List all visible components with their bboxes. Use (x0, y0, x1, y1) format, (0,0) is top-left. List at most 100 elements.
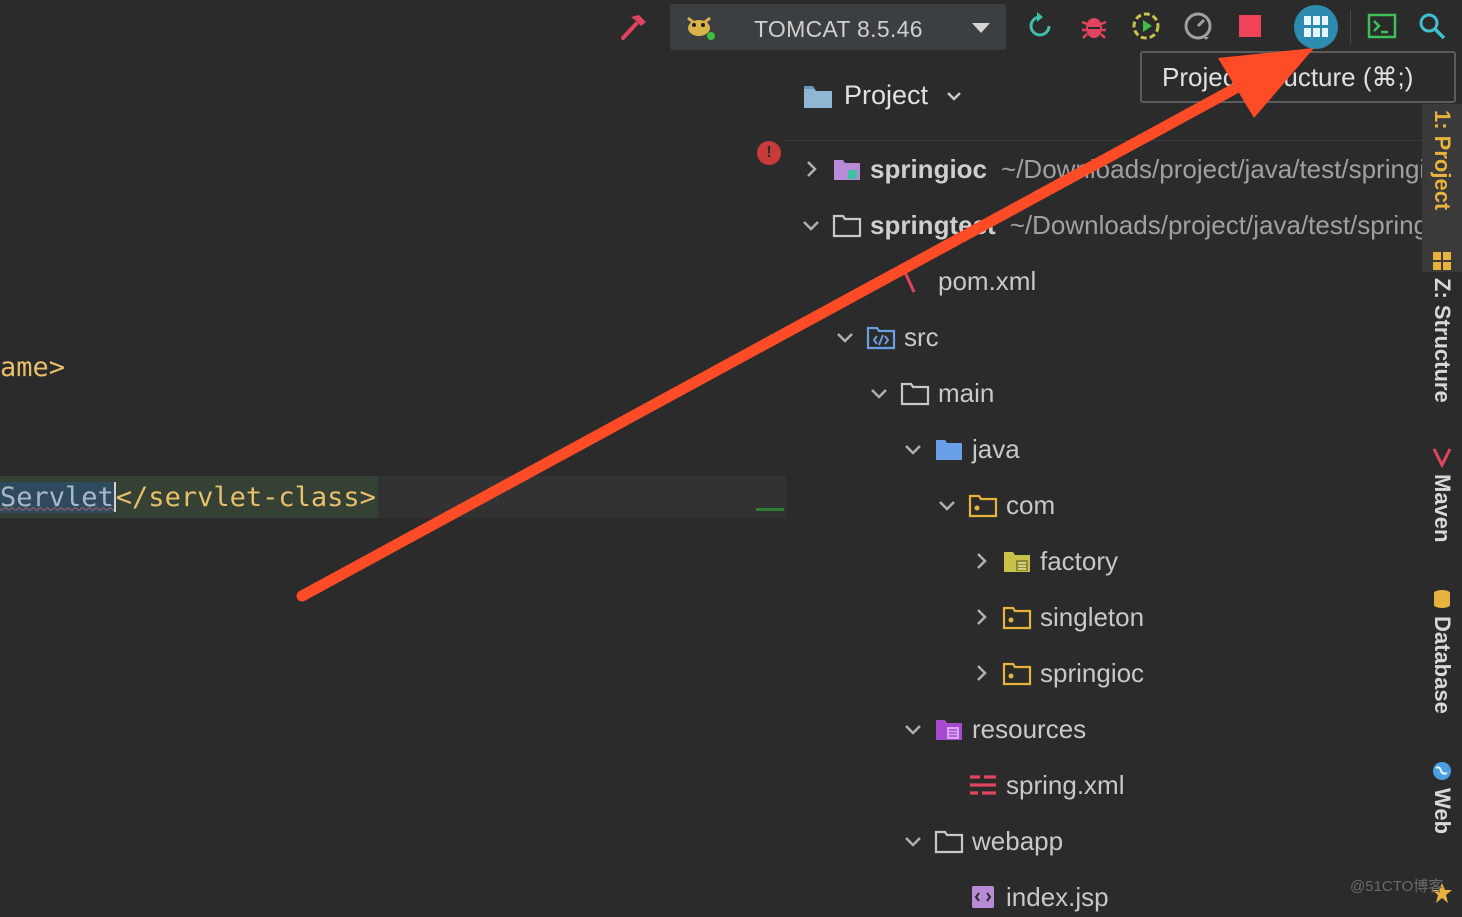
source-folder-icon (866, 324, 896, 350)
tree-item-src[interactable]: src (832, 317, 939, 357)
code-line-1: ame> (0, 352, 66, 383)
chevron-right-icon[interactable] (968, 660, 994, 686)
tree-item-webapp[interactable]: webapp (900, 821, 1063, 861)
code-line-2: Servlet </servlet-class> (0, 476, 378, 518)
tree-item-label: main (938, 377, 995, 408)
tree-item-label: singleton (1040, 601, 1145, 632)
chevron-down-icon[interactable] (832, 324, 858, 350)
chevron-down-icon[interactable] (900, 436, 926, 462)
side-tab-label: Z: Structure (1430, 278, 1455, 403)
side-tab-project[interactable]: 1: Project (1422, 104, 1462, 272)
project-panel-title: Project (844, 80, 929, 110)
tree-item-resources[interactable]: resources (900, 709, 1086, 749)
tree-item-pom-xml[interactable]: pom.xml (866, 261, 1036, 301)
side-tab-label: Web (1430, 788, 1455, 835)
side-tab-database[interactable]: Database (1422, 588, 1462, 714)
stop-icon[interactable] (1232, 8, 1268, 44)
chevron-down-icon[interactable] (900, 828, 926, 854)
tree-item-label: java (972, 433, 1020, 464)
tree-item-label: com (1006, 489, 1056, 520)
side-tab-maven[interactable]: Maven (1422, 446, 1462, 542)
tomcat-icon (684, 12, 718, 47)
tree-item-label: webapp (972, 825, 1064, 856)
tree-item-springioc[interactable]: springioc ~/Downloads/project/java/test/s… (798, 149, 1453, 189)
tree-item-label: springtest (870, 209, 996, 240)
chevron-down-icon[interactable] (970, 18, 992, 41)
tree-item-path: ~/Downloads/project/java/test/springioc (1001, 153, 1453, 184)
spring-xml-icon (968, 772, 998, 798)
closing-tag: </servlet-class> (115, 481, 376, 513)
project-structure-tooltip: Project Structure (⌘;) (1140, 51, 1456, 103)
chevron-right-icon[interactable] (968, 604, 994, 630)
package-folder-icon (1002, 660, 1032, 686)
structure-icon (1433, 252, 1451, 270)
run-configuration-selector[interactable]: TOMCAT 8.5.46 (670, 4, 1006, 50)
module-folder-icon (832, 156, 862, 182)
tree-item-label: index.jsp (1006, 881, 1109, 912)
build-hammer-icon[interactable] (616, 8, 652, 44)
chevron-right-icon[interactable] (798, 156, 824, 182)
jsp-file-icon (968, 884, 998, 910)
chevron-down-icon[interactable] (900, 716, 926, 742)
side-tab-label: Maven (1430, 474, 1455, 543)
chevron-right-icon[interactable] (968, 548, 994, 574)
blue-folder-icon (934, 436, 964, 462)
tree-item-label: pom.xml (938, 265, 1037, 296)
tree-item-path: ~/Downloads/project/java/test/springtest (1009, 209, 1462, 240)
tree-item-java[interactable]: java (900, 429, 1020, 469)
folder-icon (900, 380, 930, 406)
chevron-down-icon (947, 91, 961, 101)
chevron-down-icon[interactable] (934, 492, 960, 518)
debug-icon[interactable] (1076, 8, 1112, 44)
tree-item-label: src (904, 321, 939, 352)
maven-file-icon (900, 268, 930, 294)
folder-icon (832, 212, 862, 238)
tree-item-springtest[interactable]: springtest ~/Downloads/project/java/test/… (798, 205, 1462, 245)
toolbar-separator (1350, 10, 1351, 44)
search-icon[interactable] (1414, 8, 1450, 44)
tree-item-index-jsp[interactable]: index.jsp (934, 877, 1109, 917)
tree-item-factory[interactable]: factory (968, 541, 1118, 581)
project-structure-icon (1304, 16, 1328, 37)
terminal-icon[interactable] (1364, 8, 1400, 44)
tree-item-label: resources (972, 713, 1087, 744)
change-marker (756, 508, 784, 511)
watermark: @51CTO博客 (1350, 878, 1444, 895)
side-tab-web[interactable]: Web (1422, 760, 1462, 834)
web-icon (1433, 762, 1451, 780)
update-icon[interactable] (1022, 8, 1058, 44)
project-tool-window: Project springioc ~/Downloads/project/jav… (786, 56, 1462, 912)
resources-folder-icon (934, 716, 964, 742)
code-editor[interactable]: ame> Servlet </servlet-class> ! (0, 0, 786, 904)
project-structure-button[interactable] (1294, 5, 1338, 49)
error-indicator-icon[interactable]: ! (757, 141, 781, 165)
right-tool-strip: 1: Project Z: Structure Maven Database W… (1422, 56, 1462, 904)
maven-icon (1432, 448, 1452, 468)
tree-item-springioc[interactable]: springioc (968, 653, 1144, 693)
tree-item-com[interactable]: com (934, 485, 1055, 525)
tree-item-main[interactable]: main (866, 373, 994, 413)
tree-item-label: factory (1040, 545, 1119, 576)
project-view-selector[interactable]: Project (802, 80, 964, 111)
tree-item-spring-xml[interactable]: spring.xml (934, 765, 1124, 805)
profile-icon[interactable] (1180, 8, 1216, 44)
tree-item-label: springioc (1040, 657, 1145, 688)
tree-item-label: springioc (870, 153, 988, 184)
package-folder-icon (968, 492, 998, 518)
run-coverage-icon[interactable] (1128, 8, 1164, 44)
chevron-down-icon[interactable] (866, 380, 892, 406)
side-tab-structure[interactable]: Z: Structure (1422, 250, 1462, 403)
package-folder-icon (1002, 604, 1032, 630)
folder-icon (934, 828, 964, 854)
factory-folder-icon (1002, 548, 1032, 574)
chevron-down-icon[interactable] (798, 212, 824, 238)
project-folder-icon (804, 85, 832, 108)
run-config-label: TOMCAT 8.5.46 (754, 16, 923, 42)
tooltip-text: Project Structure (⌘;) (1162, 61, 1414, 92)
database-icon (1434, 590, 1450, 608)
side-tab-label: Database (1430, 616, 1455, 714)
tree-item-singleton[interactable]: singleton (968, 597, 1144, 637)
